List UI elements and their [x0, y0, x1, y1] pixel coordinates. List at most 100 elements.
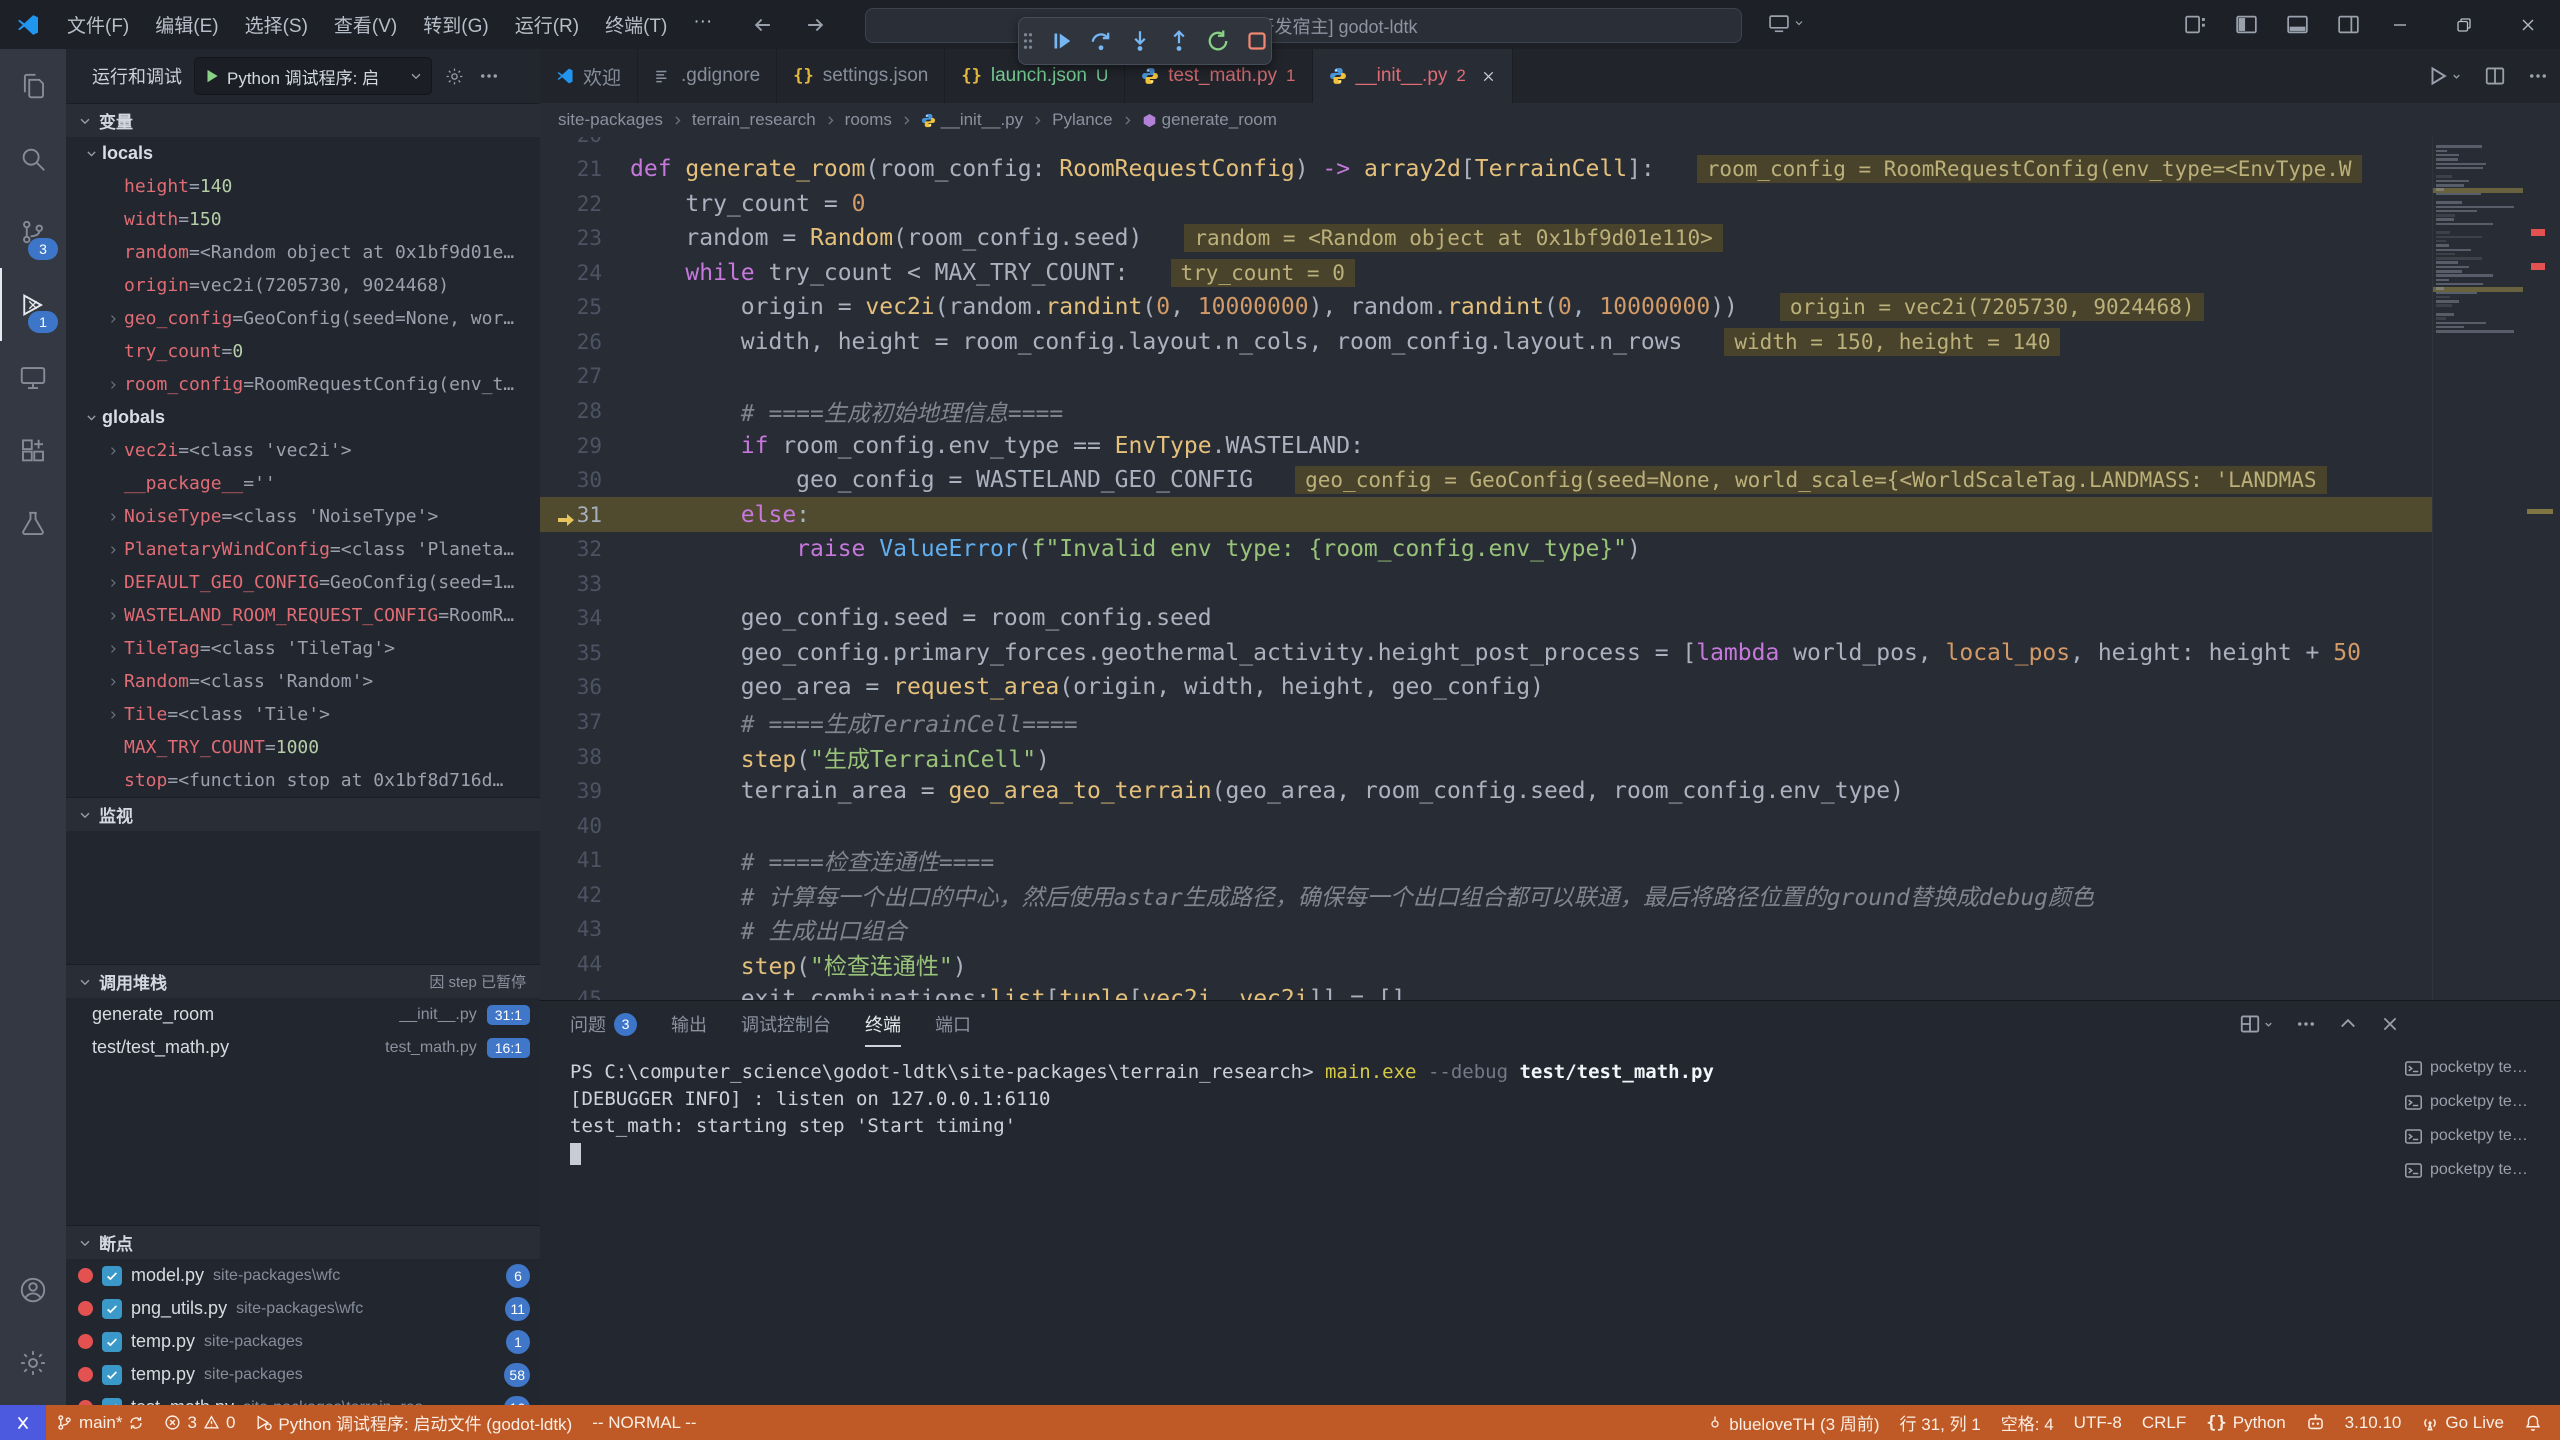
back-arrow-icon[interactable] [752, 14, 774, 36]
breakpoint-row[interactable]: png_utils.pysite-packages\wfc11 [66, 1292, 540, 1325]
activity-extensions[interactable] [0, 414, 66, 487]
section-watch-header[interactable]: 监视 [66, 797, 540, 831]
code-line-41[interactable]: 41 # ====检查连通性==== [540, 843, 2523, 878]
tab-欢迎[interactable]: 欢迎 [540, 49, 638, 103]
menu-item[interactable]: 转到(G) [410, 6, 501, 43]
code-line-43[interactable]: 43 # 生成出口组合 [540, 912, 2523, 947]
vim-mode-indicator[interactable]: -- NORMAL -- [582, 1405, 706, 1440]
code-line-45[interactable]: 45 exit_combinations:list[tuple[vec2i, v… [540, 981, 2523, 1000]
minimap[interactable] [2432, 137, 2523, 1000]
menu-item[interactable]: 编辑(E) [142, 6, 231, 43]
variable-row[interactable]: room_config = RoomRequestConfig(env_t… [66, 368, 540, 401]
section-callstack-header[interactable]: 调用堆栈 因 step 已暂停 [66, 964, 540, 998]
callstack-frame[interactable]: generate_room__init__.py31:1 [66, 998, 540, 1031]
stop-button[interactable] [1245, 29, 1269, 53]
code-line-30[interactable]: 30 geo_config = WASTELAND_GEO_CONFIGgeo_… [540, 463, 2523, 498]
panel-tab-端口[interactable]: 端口 [935, 1001, 971, 1047]
breakpoint-checkbox[interactable] [102, 1398, 122, 1406]
code-line-29[interactable]: 29 if room_config.env_type == EnvType.WA… [540, 428, 2523, 463]
code-line-23[interactable]: 23 random = Random(room_config.seed)rand… [540, 221, 2523, 256]
menu-item[interactable]: 文件(F) [54, 6, 142, 43]
breakpoint-checkbox[interactable] [102, 1332, 122, 1352]
step-out-button[interactable] [1167, 29, 1191, 53]
variable-group-globals[interactable]: globals [66, 401, 540, 434]
run-python-file-icon[interactable] [2427, 65, 2462, 87]
tab-.gdignore[interactable]: .gdignore [638, 49, 777, 103]
breakpoint-checkbox[interactable] [102, 1299, 122, 1319]
variable-row[interactable]: PlanetaryWindConfig = <class 'Planeta… [66, 533, 540, 566]
editor-more-actions-icon[interactable] [2528, 66, 2548, 86]
commit-author-status[interactable]: blueloveTH (3 周前) [1697, 1405, 1889, 1440]
restore-button[interactable] [2432, 0, 2496, 49]
code-line-26[interactable]: 26 width, height = room_config.layout.n_… [540, 324, 2523, 359]
new-window-dropdown-icon[interactable] [1768, 12, 1805, 34]
golive-status[interactable]: Go Live [2411, 1405, 2514, 1440]
activity-testing[interactable] [0, 487, 66, 560]
code-line-35[interactable]: 35 geo_config.primary_forces.geothermal_… [540, 635, 2523, 670]
toggle-sidebar-icon[interactable] [2235, 13, 2258, 36]
section-variables-header[interactable]: 变量 [66, 103, 540, 137]
code-line-27[interactable]: 27 [540, 359, 2523, 394]
code-line-20[interactable]: 20 [540, 137, 2523, 152]
code-line-21[interactable]: 21def generate_room(room_config: RoomReq… [540, 152, 2523, 187]
branch-status[interactable]: main* [46, 1405, 154, 1440]
breadcrumb-item[interactable]: rooms [845, 110, 892, 130]
activity-explorer[interactable] [0, 49, 66, 122]
cursor-position[interactable]: 行 31, 列 1 [1890, 1405, 1991, 1440]
encoding-status[interactable]: UTF-8 [2064, 1405, 2132, 1440]
drag-handle-icon[interactable] [1021, 31, 1035, 51]
variable-row[interactable]: stop = <function stop at 0x1bf8d716d… [66, 764, 540, 797]
activity-remote-explorer[interactable] [0, 341, 66, 414]
panel-more-actions-icon[interactable] [2296, 1014, 2316, 1034]
terminal-session-item[interactable]: pocketpy te… [2404, 1153, 2554, 1187]
code-line-38[interactable]: 38 step("生成TerrainCell") [540, 739, 2523, 774]
variable-row[interactable]: random = <Random object at 0x1bf9d01e… [66, 236, 540, 269]
breakpoint-row[interactable]: test_math.pysite-packages\terrain_res…16 [66, 1391, 540, 1405]
forward-arrow-icon[interactable] [804, 14, 826, 36]
variable-row[interactable]: WASTELAND_ROOM_REQUEST_CONFIG = RoomR… [66, 599, 540, 632]
variable-row[interactable]: geo_config = GeoConfig(seed=None, wor… [66, 302, 540, 335]
terminal-session-item[interactable]: pocketpy te… [2404, 1085, 2554, 1119]
python-version-status[interactable]: 3.10.10 [2335, 1405, 2412, 1440]
breakpoint-checkbox[interactable] [102, 1365, 122, 1385]
menu-item[interactable]: 运行(R) [502, 6, 592, 43]
breadcrumb-item[interactable]: site-packages [558, 110, 663, 130]
activity-run-debug[interactable]: 1 [0, 268, 66, 341]
remote-indicator[interactable] [0, 1405, 46, 1440]
menu-item[interactable]: 选择(S) [232, 6, 321, 43]
code-line-37[interactable]: 37 # ====生成TerrainCell==== [540, 705, 2523, 740]
code-line-28[interactable]: 28 # ====生成初始地理信息==== [540, 393, 2523, 428]
panel-tab-终端[interactable]: 终端 [865, 1001, 901, 1047]
split-editor-icon[interactable] [2484, 65, 2506, 87]
breakpoint-row[interactable]: temp.pysite-packages58 [66, 1358, 540, 1391]
close-panel-icon[interactable] [2380, 1014, 2400, 1034]
eol-status[interactable]: CRLF [2132, 1405, 2196, 1440]
section-breakpoints-header[interactable]: 断点 [66, 1225, 540, 1259]
variable-row[interactable]: NoiseType = <class 'NoiseType'> [66, 500, 540, 533]
continue-button[interactable] [1050, 29, 1074, 53]
code-line-34[interactable]: 34 geo_config.seed = room_config.seed [540, 601, 2523, 636]
debug-settings-gear-icon[interactable] [444, 66, 465, 87]
panel-tab-问题[interactable]: 问题3 [570, 1001, 637, 1047]
extension-robot-status[interactable] [2296, 1405, 2335, 1440]
restart-button[interactable] [1206, 29, 1230, 53]
debug-session-status[interactable]: Python 调试程序: 启动文件 (godot-ldtk) [245, 1405, 582, 1440]
code-line-36[interactable]: 36 geo_area = request_area(origin, width… [540, 670, 2523, 705]
variable-row[interactable]: DEFAULT_GEO_CONFIG = GeoConfig(seed=1… [66, 566, 540, 599]
start-debug-icon[interactable] [203, 67, 221, 85]
toggle-secondary-sidebar-icon[interactable] [2337, 13, 2360, 36]
code-line-24[interactable]: 24 while try_count < MAX_TRY_COUNT:try_c… [540, 255, 2523, 290]
close-window-button[interactable] [2496, 0, 2560, 49]
variable-row[interactable]: width = 150 [66, 203, 540, 236]
menu-item[interactable]: 终端(T) [592, 6, 680, 43]
variable-row[interactable]: try_count = 0 [66, 335, 540, 368]
breakpoint-row[interactable]: model.pysite-packages\wfc6 [66, 1259, 540, 1292]
code-line-31[interactable]: 31 else: [540, 497, 2523, 532]
step-over-button[interactable] [1089, 29, 1113, 53]
variable-row[interactable]: vec2i = <class 'vec2i'> [66, 434, 540, 467]
terminal-session-item[interactable]: pocketpy te… [2404, 1119, 2554, 1153]
menu-item[interactable]: 查看(V) [321, 6, 410, 43]
menu-item[interactable]: ··· [680, 6, 725, 43]
variable-row[interactable]: height = 140 [66, 170, 540, 203]
variable-row[interactable]: TileTag = <class 'TileTag'> [66, 632, 540, 665]
